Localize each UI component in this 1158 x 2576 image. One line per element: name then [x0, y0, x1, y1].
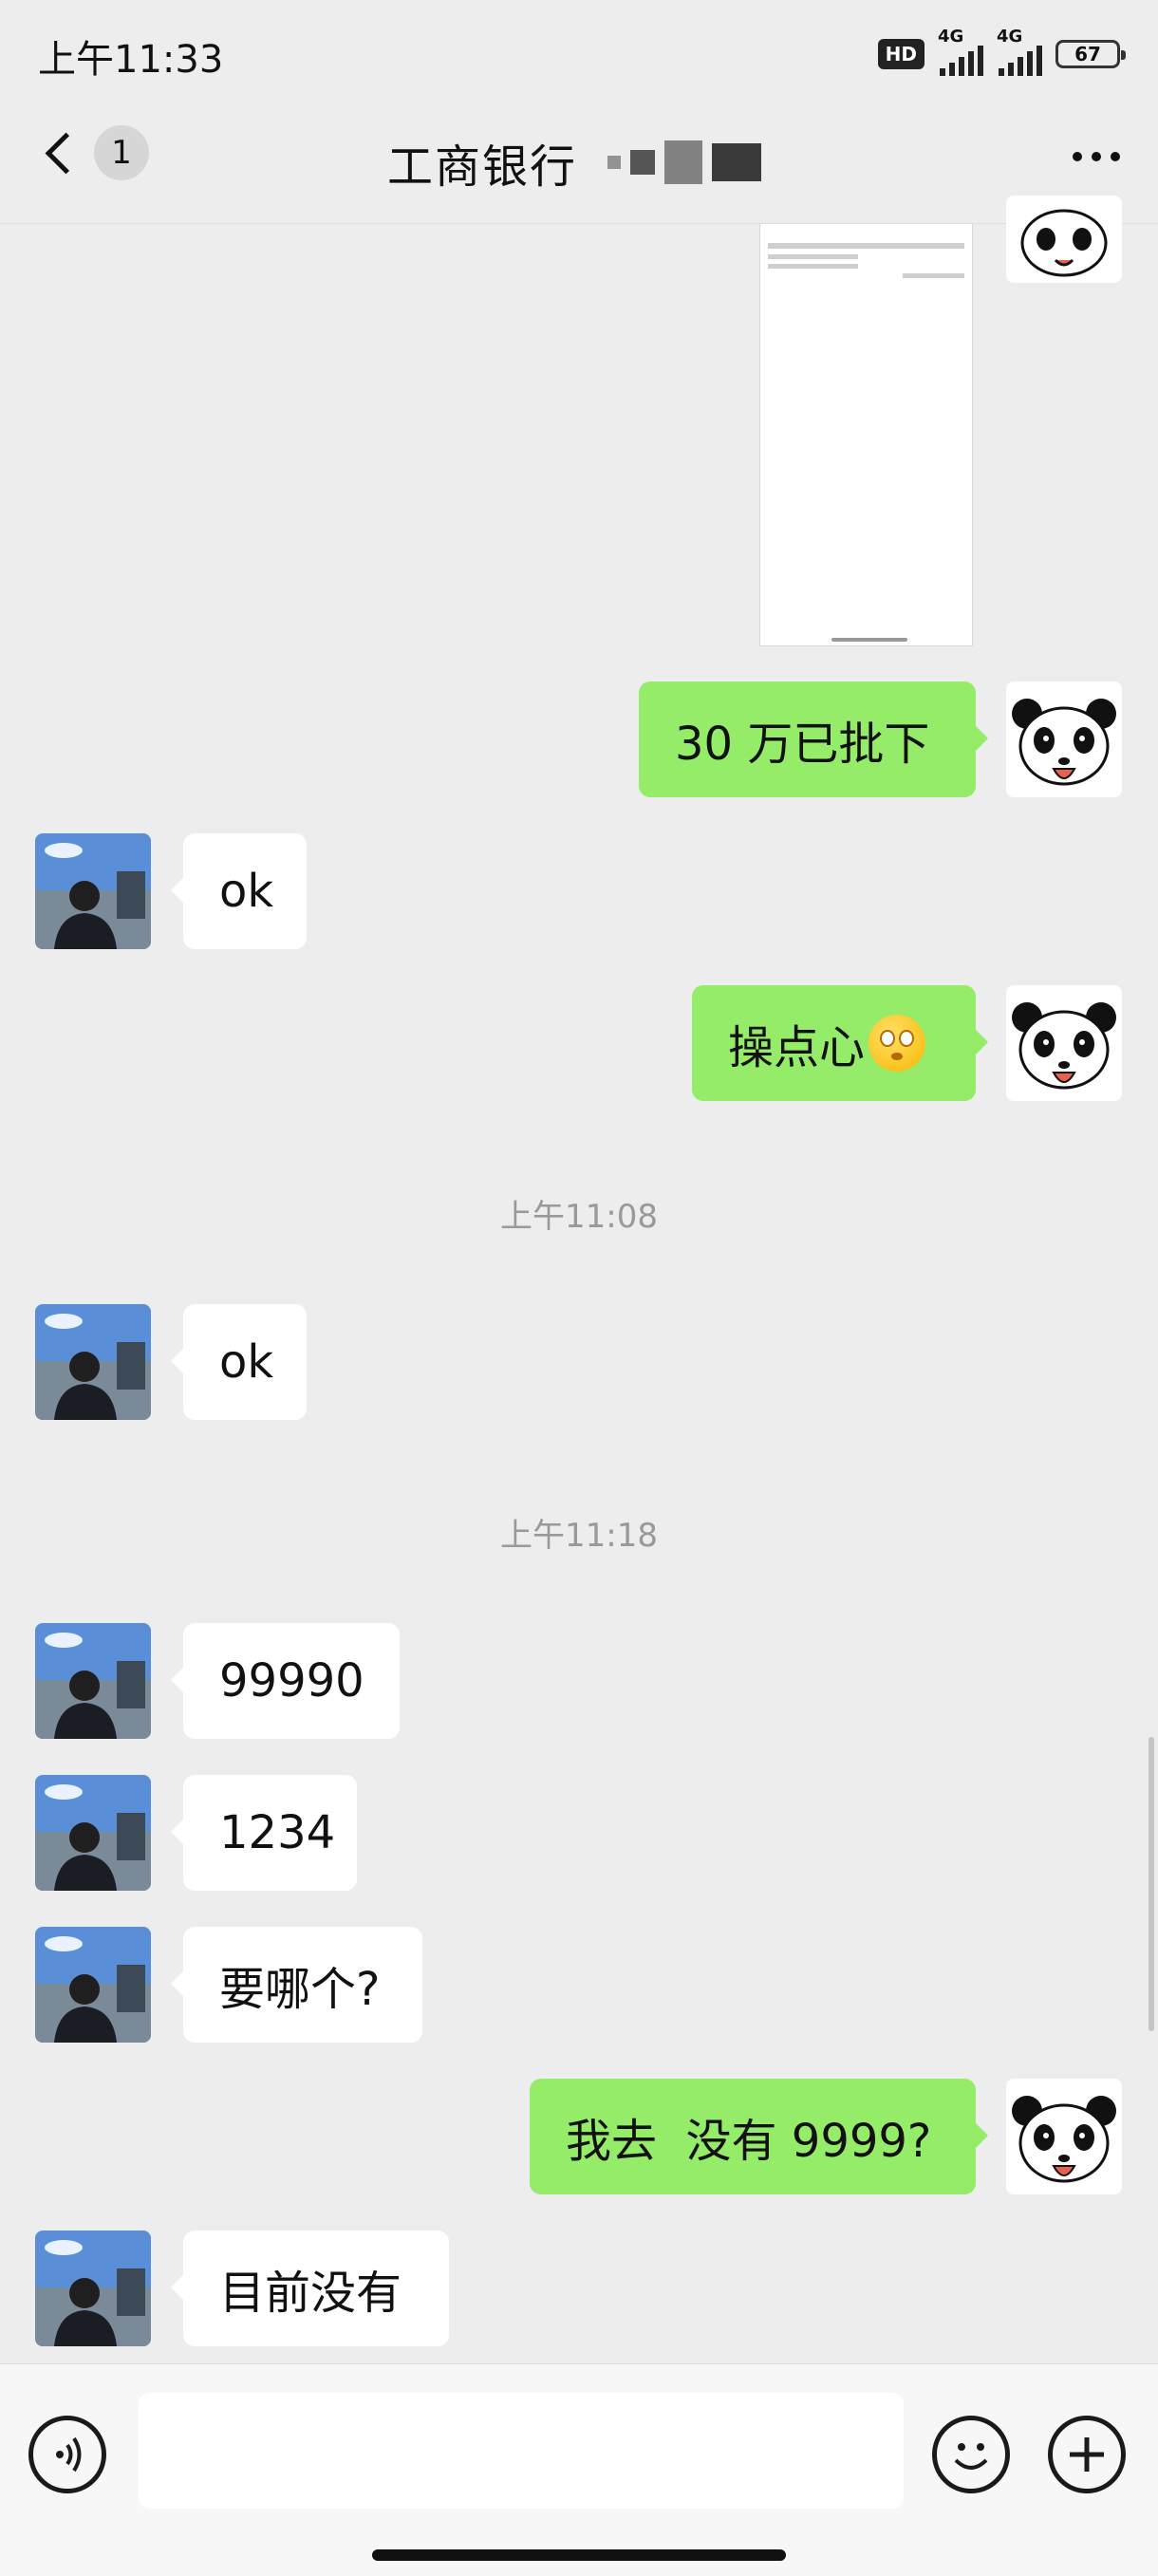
rolling-eyes-emoji-icon [868, 1015, 926, 1072]
person-photo-avatar-icon [35, 833, 151, 949]
hd-voice-icon: HD [877, 39, 925, 69]
message-bubble-sent[interactable]: 我去 没有 9999? [530, 2079, 988, 2194]
contact-avatar[interactable] [35, 1304, 151, 1420]
back-button[interactable]: 1 [38, 125, 149, 180]
redacted-name [607, 140, 761, 184]
my-avatar[interactable] [1006, 2079, 1122, 2194]
message-bubble-sent[interactable]: 操点心 [692, 985, 988, 1101]
contact-avatar[interactable] [35, 2231, 151, 2346]
person-photo-avatar-icon [35, 1927, 151, 2043]
message-text: 目前没有 [219, 2267, 402, 2320]
message-bubble-sent[interactable]: 30 万已批下 [639, 681, 988, 797]
chat-header: 1 工商银行 [0, 104, 1158, 224]
voice-input-button[interactable] [28, 2416, 106, 2493]
message-text: 要哪个? [219, 1963, 381, 2016]
person-photo-avatar-icon [35, 1623, 151, 1739]
panda-avatar-icon [1006, 985, 1122, 1101]
my-avatar[interactable] [1006, 681, 1122, 797]
message-bubble-received[interactable]: 目前没有 [171, 2231, 449, 2346]
scrollbar[interactable] [1149, 1737, 1154, 2031]
signal-icon: 4G [997, 27, 1042, 76]
message-text: ok [219, 1335, 274, 1389]
battery-icon: 67 [1055, 40, 1126, 68]
signal-icon: 4G [938, 27, 983, 76]
battery-level: 67 [1074, 43, 1101, 65]
message-text: 我去 没有 9999? [566, 2115, 932, 2168]
plus-icon [1070, 2437, 1104, 2472]
contact-avatar[interactable] [35, 1775, 151, 1891]
emoji-button[interactable] [932, 2416, 1010, 2493]
person-photo-avatar-icon [35, 1775, 151, 1891]
message-bubble-received[interactable]: ok [171, 1304, 307, 1420]
home-indicator[interactable] [372, 2549, 786, 2561]
person-photo-avatar-icon [35, 2231, 151, 2346]
message-bubble-received[interactable]: 99990 [171, 1623, 400, 1739]
emoji-icon [954, 2443, 988, 2470]
message-text: 99990 [219, 1654, 364, 1708]
panda-avatar-icon [1006, 2079, 1122, 2194]
panda-avatar-icon [1006, 681, 1122, 797]
status-time: 上午11:33 [38, 38, 224, 82]
message-bubble-received[interactable]: 要哪个? [171, 1927, 422, 2043]
unread-count-badge: 1 [94, 125, 149, 180]
my-avatar[interactable] [1006, 196, 1122, 283]
input-bar [0, 2363, 1158, 2576]
message-text: 1234 [219, 1806, 336, 1859]
message-list[interactable]: 30 万已批下 ok 操点心 上午11:08 ok 上午11:18 99990 … [0, 196, 1158, 2361]
contact-avatar[interactable] [35, 833, 151, 949]
back-chevron-icon [45, 132, 87, 174]
message-timestamp: 上午11:08 [500, 1198, 658, 1236]
message-text: ok [219, 865, 274, 918]
panda-avatar-icon [1020, 209, 1108, 277]
message-input[interactable] [139, 2393, 904, 2509]
more-functions-button[interactable] [1048, 2416, 1126, 2493]
status-icons: HD 4G 4G 67 [877, 27, 1126, 76]
image-message[interactable] [759, 224, 973, 646]
chat-title: 工商银行 [387, 140, 578, 194]
my-avatar[interactable] [1006, 985, 1122, 1101]
contact-avatar[interactable] [35, 1927, 151, 2043]
network-type-label: 4G [938, 27, 964, 47]
status-bar: 上午11:33 HD 4G 4G 67 [0, 0, 1158, 104]
network-type-label: 4G [997, 27, 1023, 47]
message-bubble-received[interactable]: 1234 [171, 1775, 357, 1891]
message-timestamp: 上午11:18 [500, 1517, 658, 1555]
message-text: 操点心 [728, 1021, 866, 1074]
more-options-button[interactable] [1073, 152, 1120, 161]
message-bubble-received[interactable]: ok [171, 833, 307, 949]
voice-icon [56, 2436, 82, 2473]
contact-avatar[interactable] [35, 1623, 151, 1739]
message-text: 30 万已批下 [675, 718, 930, 771]
person-photo-avatar-icon [35, 1304, 151, 1420]
